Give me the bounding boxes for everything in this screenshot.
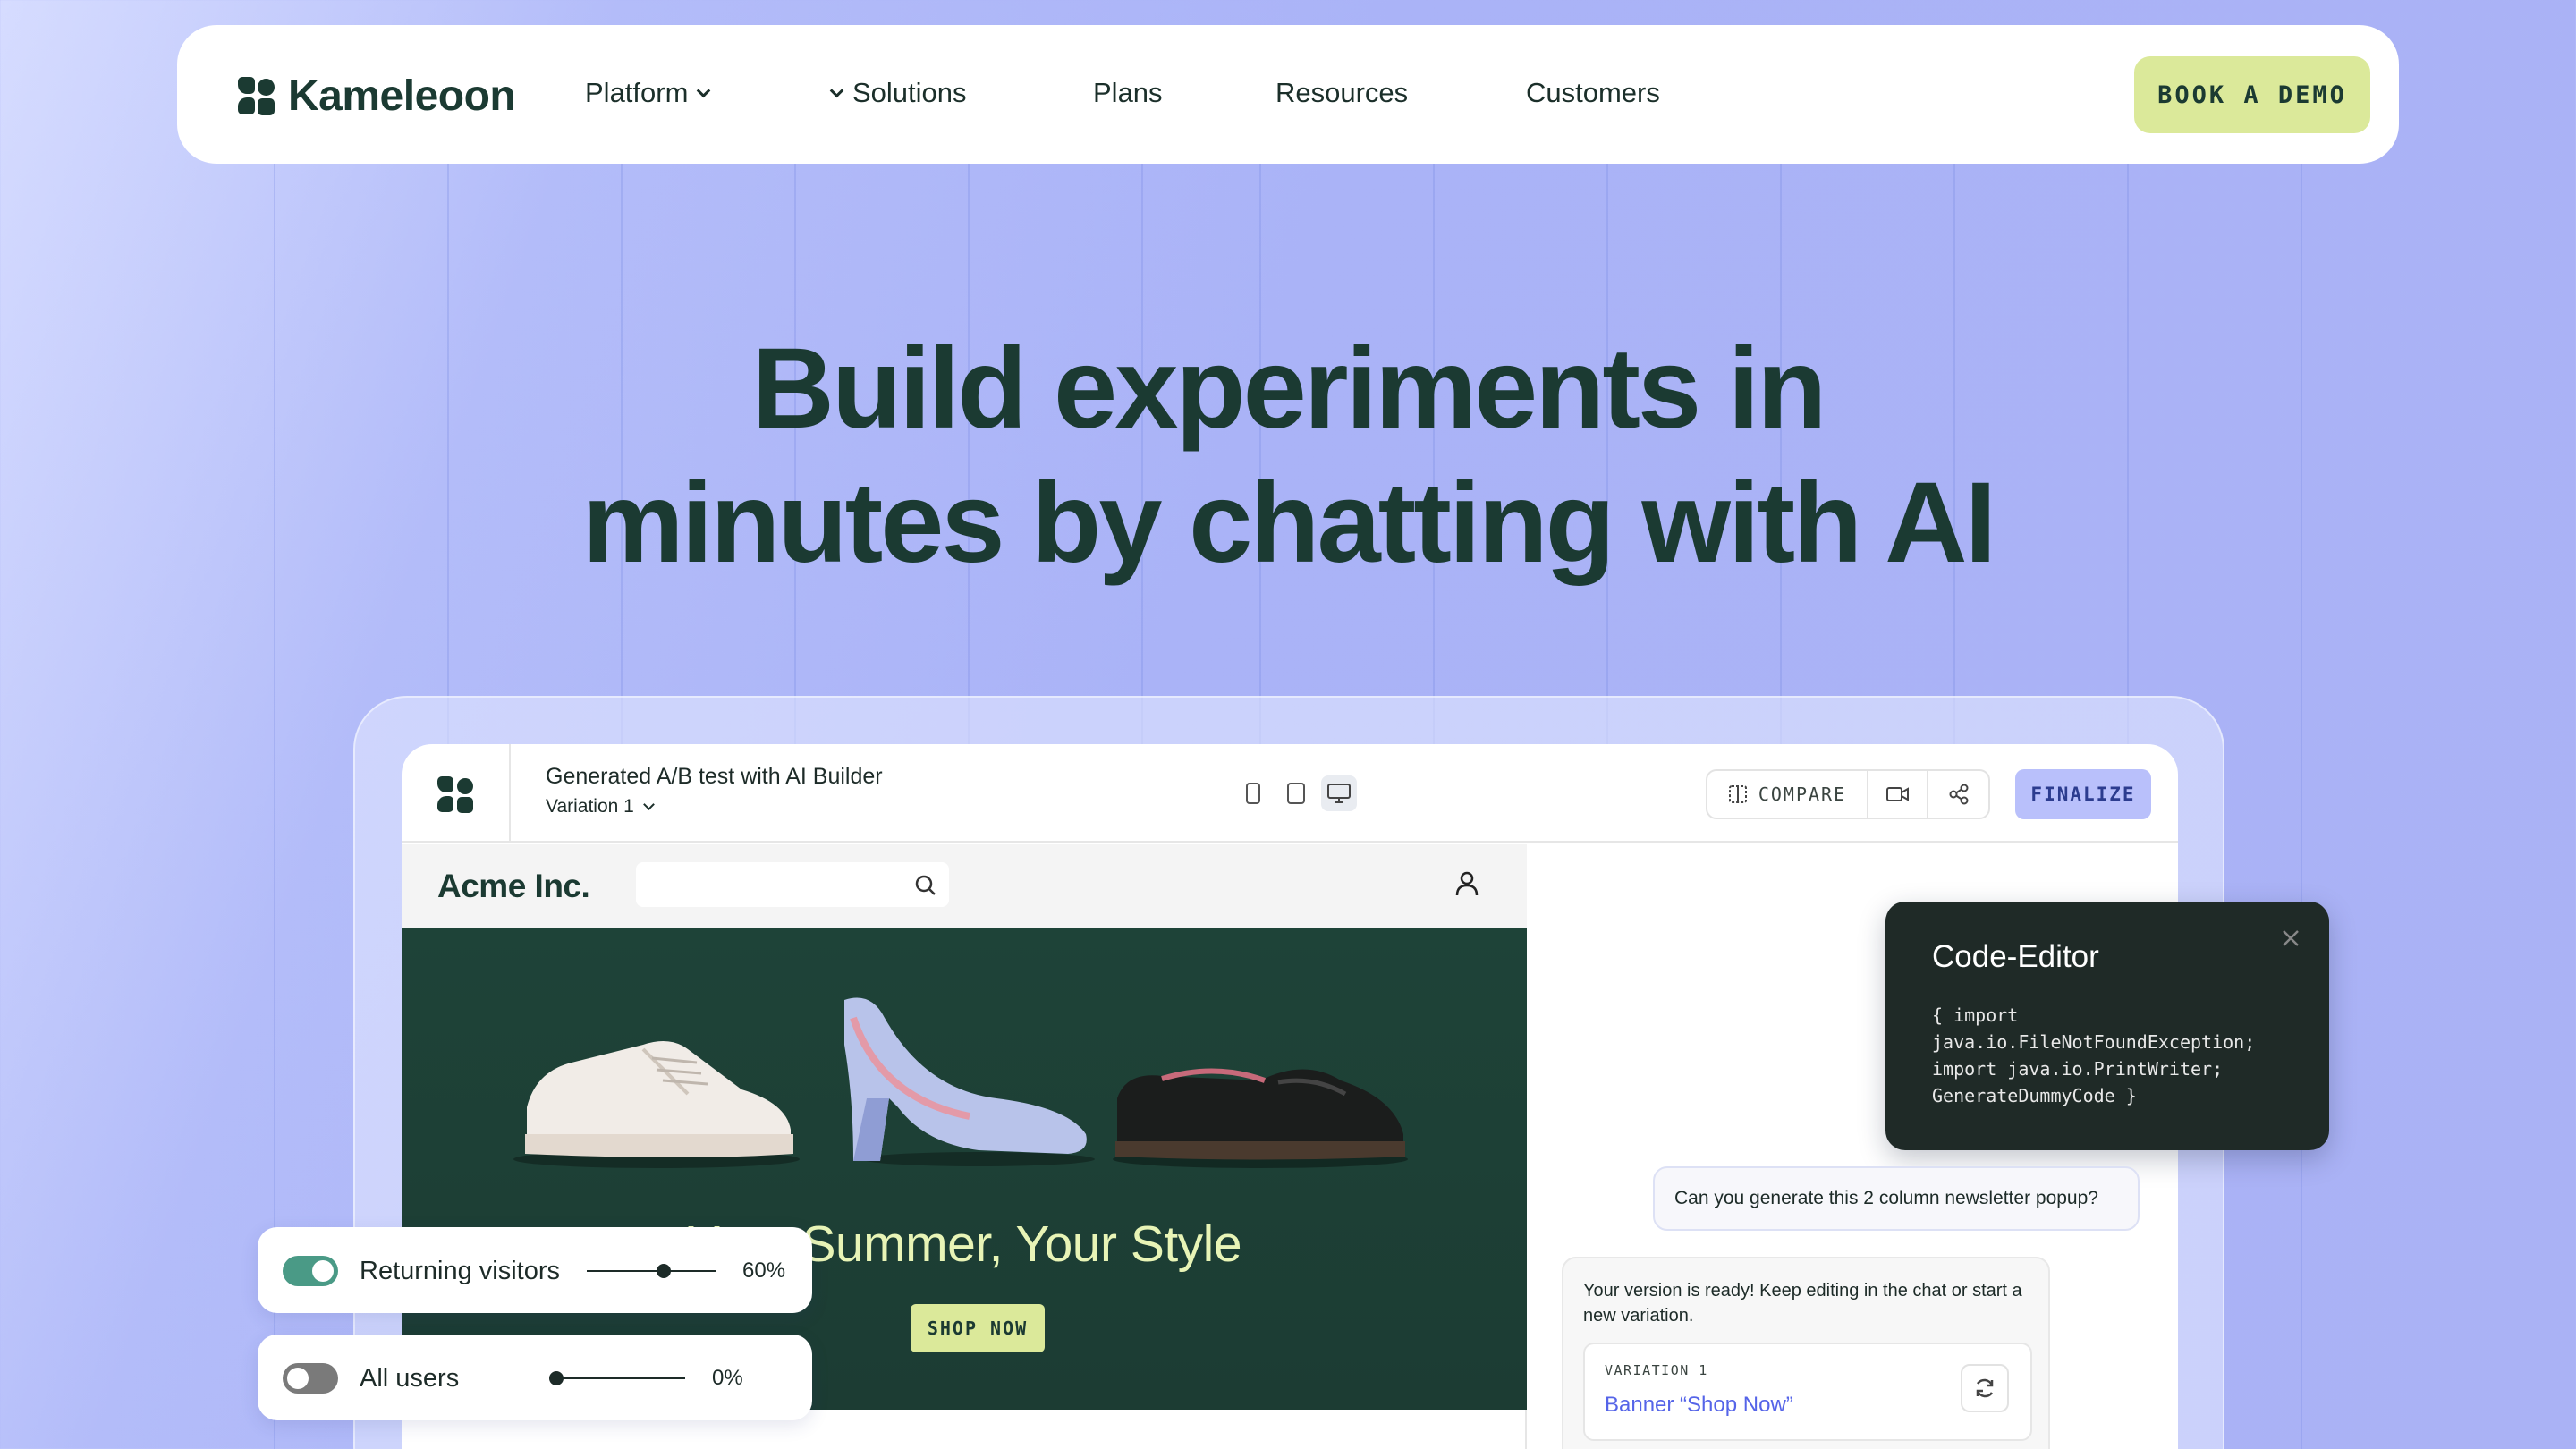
user-account-icon[interactable] (1453, 869, 1480, 902)
code-editor-panel: Code-Editor { import java.io.FileNotFound… (1885, 902, 2329, 1150)
all-users-toggle[interactable] (283, 1363, 338, 1394)
tablet-view-icon[interactable] (1278, 775, 1314, 811)
share-icon (1949, 784, 1968, 805)
ai-response-text: Your version is ready! Keep editing in t… (1583, 1281, 2022, 1326)
audience-card-all-users: All users 0% (258, 1335, 812, 1420)
top-navbar: Kameleoon Platform Solutions Plans Resou… (177, 25, 2399, 164)
close-icon[interactable] (2279, 927, 2302, 954)
store-search-input[interactable] (636, 862, 949, 907)
finalize-button[interactable]: FINALIZE (2015, 769, 2151, 819)
kameleoon-logo-icon (437, 776, 475, 814)
audience-percent: 60% (742, 1258, 786, 1283)
nav-plans-label: Plans (1093, 77, 1163, 108)
audience-slider-track[interactable] (587, 1270, 716, 1272)
test-title: Generated A/B test with AI Builder (546, 764, 883, 789)
compare-label: COMPARE (1758, 784, 1847, 805)
compare-icon (1728, 785, 1747, 803)
device-switcher (1235, 775, 1357, 811)
brand-name: Kameleoon (288, 72, 516, 120)
nav-customers-label: Customers (1526, 77, 1660, 108)
audience-slider-thumb[interactable] (657, 1264, 672, 1278)
hero-line-1: Build experiments in (751, 325, 1827, 453)
hero-heading: Build experiments in minutes by chatting… (0, 322, 2576, 590)
record-button[interactable] (1868, 771, 1928, 818)
share-button[interactable] (1928, 771, 1988, 818)
book-demo-button[interactable]: BOOK A DEMO (2134, 56, 2370, 133)
store-logo: Acme Inc. (437, 868, 590, 904)
code-editor-title: Code-Editor (1932, 939, 2099, 974)
toolbar-actions: COMPARE (1706, 769, 1990, 819)
desktop-view-icon[interactable] (1321, 775, 1357, 811)
audience-label: Returning visitors (360, 1257, 561, 1285)
video-camera-icon (1885, 787, 1909, 801)
loafer-image (1113, 1068, 1408, 1168)
ai-chat-response: Your version is ready! Keep editing in t… (1562, 1257, 2050, 1449)
kameleoon-logo-icon (238, 76, 275, 116)
store-header: Acme Inc. (402, 844, 1527, 928)
variation-card[interactable]: VARIATION 1 Banner “Shop Now” (1583, 1343, 2032, 1441)
chevron-down-icon (642, 798, 655, 810)
variation-selector-label: Variation 1 (546, 796, 634, 817)
nav-resources[interactable]: Resources (1275, 77, 1408, 109)
audience-label: All users (360, 1364, 460, 1393)
code-line: import java.io.PrintWriter; (1932, 1058, 2224, 1080)
compare-button[interactable]: COMPARE (1707, 771, 1868, 818)
brand-logo[interactable]: Kameleoon (238, 72, 516, 121)
audience-slider-thumb[interactable] (549, 1371, 564, 1385)
audience-slider-track[interactable] (556, 1377, 685, 1379)
nav-platform-label: Platform (585, 77, 689, 108)
search-icon (915, 875, 936, 895)
chevron-down-icon (697, 83, 711, 97)
audience-card-returning: Returning visitors 60% (258, 1227, 812, 1313)
hero-line-2: minutes by chatting with AI (581, 459, 1996, 587)
variation-selector[interactable]: Variation 1 (546, 796, 655, 818)
app-toolbar: Generated A/B test with AI Builder Varia… (402, 744, 2178, 843)
toolbar-divider (509, 744, 511, 843)
shop-now-button[interactable]: SHOP NOW (911, 1304, 1045, 1352)
code-content[interactable]: { import java.io.FileNotFoundException; im… (1932, 1002, 2255, 1109)
mobile-view-icon[interactable] (1235, 775, 1271, 811)
refresh-icon[interactable] (1961, 1364, 2009, 1412)
sneaker-image (513, 1041, 800, 1168)
variation-card-value: Banner “Shop Now” (1605, 1393, 1793, 1417)
nav-customers[interactable]: Customers (1526, 77, 1660, 109)
nav-platform[interactable]: Platform (585, 77, 711, 109)
code-line: java.io.FileNotFoundException; (1932, 1031, 2256, 1053)
heel-shoe-image (844, 997, 1095, 1166)
audience-percent: 0% (712, 1366, 743, 1390)
user-chat-message: Can you generate this 2 column newslette… (1653, 1166, 2140, 1231)
nav-plans[interactable]: Plans (1093, 77, 1163, 109)
returning-visitors-toggle[interactable] (283, 1256, 338, 1286)
nav-solutions[interactable]: Solutions (829, 77, 967, 109)
nav-solutions-label: Solutions (852, 77, 967, 108)
code-line: { import (1932, 1004, 2019, 1026)
code-line: GenerateDummyCode } (1932, 1085, 2137, 1106)
variation-card-label: VARIATION 1 (1605, 1362, 1708, 1378)
nav-resources-label: Resources (1275, 77, 1409, 108)
chevron-down-icon (829, 83, 844, 97)
